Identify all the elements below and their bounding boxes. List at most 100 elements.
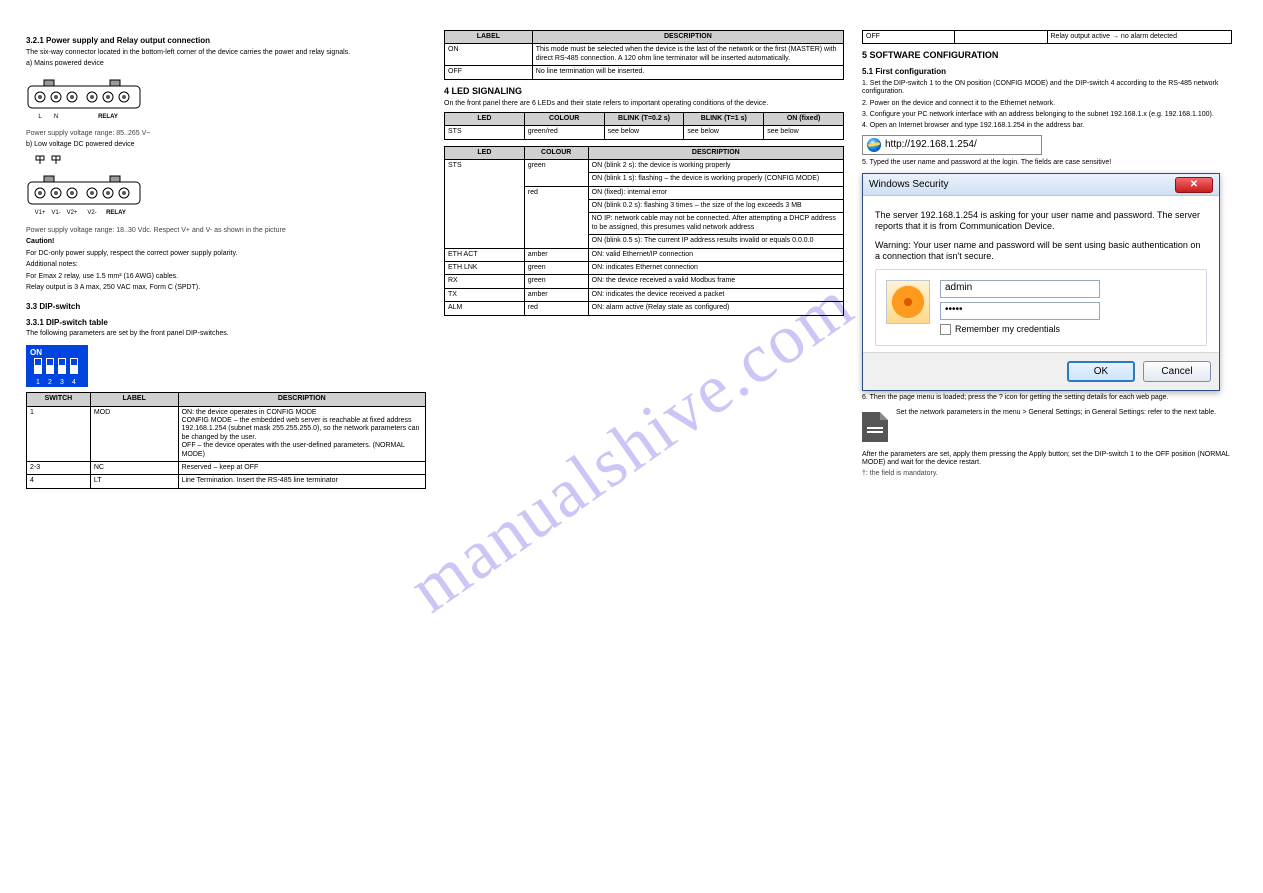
lt-h1: DESCRIPTION bbox=[532, 31, 843, 44]
svg-text:ON: ON bbox=[30, 348, 42, 357]
sts-r9c1: amber bbox=[524, 288, 588, 301]
sts-r9c2: ON: indicates the device received a pack… bbox=[588, 288, 843, 301]
lt-r1c0: OFF bbox=[445, 66, 533, 79]
sts-r7c0: ETH LNK bbox=[445, 262, 525, 275]
svg-text:N: N bbox=[54, 114, 58, 120]
cancel-button[interactable]: Cancel bbox=[1143, 361, 1211, 382]
svg-text:V2+: V2+ bbox=[67, 210, 78, 216]
after-config: After the parameters are set, apply them… bbox=[862, 451, 1232, 468]
svg-text:RELAY: RELAY bbox=[98, 114, 118, 120]
sts-r5c2: ON (blink 0.5 s): The current IP address… bbox=[588, 235, 843, 248]
fig-b-note: Power supply voltage range: 18..30 Vdc. … bbox=[26, 227, 426, 235]
p-3-2-1: The six-way connector located in the bot… bbox=[26, 49, 426, 57]
step-4: 4. Open an Internet browser and type 192… bbox=[862, 122, 1232, 130]
ledc-r0c0: STS bbox=[445, 126, 525, 139]
lt-r0c0: ON bbox=[445, 44, 533, 66]
note-text: Set the network parameters in the menu >… bbox=[896, 409, 1232, 417]
sts-r0c0: STS bbox=[445, 159, 525, 248]
sts-r6c2: ON: valid Ethernet/IP connection bbox=[588, 248, 843, 261]
fig-a-note: Power supply voltage range: 85..265 V~ bbox=[26, 130, 426, 138]
sts-r2c2: ON (fixed): internal error bbox=[588, 186, 843, 199]
ok-button[interactable]: OK bbox=[1067, 361, 1135, 382]
sts-h0: LED bbox=[445, 146, 525, 159]
sts-r4c2: NO IP: network cable may not be connecte… bbox=[588, 213, 843, 235]
sw-head-2: DESCRIPTION bbox=[178, 393, 425, 406]
connector-mains-diagram: L N RELAY bbox=[26, 72, 426, 125]
sts-r8c2: ON: the device received a valid Modbus f… bbox=[588, 275, 843, 288]
svg-text:V1-: V1- bbox=[51, 210, 60, 216]
dialog-msg-2: Warning: Your user name and password wil… bbox=[875, 240, 1207, 262]
svg-text:RELAY: RELAY bbox=[106, 210, 126, 216]
step-1: 1. Set the DIP-switch 1 to the ON positi… bbox=[862, 80, 1232, 97]
fig-a-label: a) Mains powered device bbox=[26, 60, 426, 68]
caution-1: For DC-only power supply, respect the co… bbox=[26, 250, 426, 258]
step-2: 2. Power on the device and connect it to… bbox=[862, 100, 1232, 108]
svg-text:V2-: V2- bbox=[87, 210, 96, 216]
dip-switch-table: SWITCH LABEL DESCRIPTION 1 MOD ON: the d… bbox=[26, 392, 426, 489]
sw-r1c0: 2-3 bbox=[27, 461, 91, 474]
password-input[interactable]: ••••• bbox=[940, 302, 1100, 320]
ie-address-bar[interactable]: http://192.168.1.254/ bbox=[862, 135, 1042, 155]
sw-r1c1: NC bbox=[90, 461, 178, 474]
dialog-msg-1: The server 192.168.1.254 is asking for y… bbox=[875, 210, 1207, 232]
sts-r8c0: RX bbox=[445, 275, 525, 288]
sts-r9c0: TX bbox=[445, 288, 525, 301]
sw-head-0: SWITCH bbox=[27, 393, 91, 406]
connector-dc-diagram: V1+ V1- V2+ V2- RELAY bbox=[26, 154, 426, 223]
sts-r0c1: green bbox=[524, 159, 588, 186]
sw-r2c1: LT bbox=[90, 475, 178, 488]
sts-r8c1: green bbox=[524, 275, 588, 288]
sec-5-1-title: 5.1 First configuration bbox=[862, 67, 1232, 77]
dip-switch-diagram: ON 1 2 3 4 bbox=[26, 345, 426, 390]
sec-3-3-title: 3.3 DIP-switch bbox=[26, 302, 426, 312]
sw-r1c2: Reserved – keep at OFF bbox=[178, 461, 425, 474]
led-sts-table: LED COLOUR DESCRIPTION STS green ON (bli… bbox=[444, 146, 844, 316]
sts-r0c2: ON (blink 2 s): the device is working pr… bbox=[588, 159, 843, 172]
ledc-h3: BLINK (T=1 s) bbox=[684, 112, 764, 125]
p-3-3-1: The following parameters are set by the … bbox=[26, 330, 426, 338]
ie-url: http://192.168.1.254/ bbox=[885, 139, 977, 151]
ledc-h4: ON (fixed) bbox=[764, 112, 844, 125]
remember-checkbox[interactable] bbox=[940, 324, 951, 335]
sts-r6c1: amber bbox=[524, 248, 588, 261]
roff-c1 bbox=[955, 31, 1047, 44]
sts-r3c2: ON (blink 0.2 s): flashing 3 times – the… bbox=[588, 200, 843, 213]
svg-text:3: 3 bbox=[60, 379, 64, 386]
roff-c2: Relay output active → no alarm detected bbox=[1047, 31, 1232, 44]
ledc-h0: LED bbox=[445, 112, 525, 125]
ledc-r0c3: see below bbox=[684, 126, 764, 139]
sts-r6c0: ETH ACT bbox=[445, 248, 525, 261]
sts-r2c1: red bbox=[524, 186, 588, 248]
ledc-r0c1: green/red bbox=[524, 126, 604, 139]
caution-2: Additional notes: bbox=[26, 261, 426, 269]
caution-4: Relay output is 3 A max, 250 VAC max, Fo… bbox=[26, 284, 426, 292]
remember-label: Remember my credentials bbox=[955, 324, 1060, 335]
ie-icon bbox=[867, 138, 881, 152]
sts-r1c2: ON (blink 1 s): flashing – the device is… bbox=[588, 173, 843, 186]
dialog-title: Windows Security bbox=[869, 179, 948, 191]
sw-r2c0: 4 bbox=[27, 475, 91, 488]
sw-head-1: LABEL bbox=[90, 393, 178, 406]
svg-text:L: L bbox=[38, 114, 42, 120]
avatar-icon bbox=[886, 280, 930, 324]
led-small-table: LED COLOUR BLINK (T=0.2 s) BLINK (T=1 s)… bbox=[444, 112, 844, 140]
sts-h2: DESCRIPTION bbox=[588, 146, 843, 159]
username-input[interactable]: admin bbox=[940, 280, 1100, 298]
sw-r0c0: 1 bbox=[27, 406, 91, 461]
close-button[interactable]: ✕ bbox=[1175, 177, 1213, 193]
sw-r2c2: Line Termination. Insert the RS-485 line… bbox=[178, 475, 425, 488]
caution-title: Caution! bbox=[26, 238, 54, 245]
svg-text:2: 2 bbox=[48, 379, 52, 386]
led-intro: On the front panel there are 6 LEDs and … bbox=[444, 100, 844, 108]
ledc-h1: COLOUR bbox=[524, 112, 604, 125]
sw-r0c2: ON: the device operates in CONFIG MODE C… bbox=[178, 406, 425, 461]
step-5: 5. Typed the user name and password at t… bbox=[862, 159, 1232, 167]
note-icon bbox=[862, 412, 888, 442]
svg-text:1: 1 bbox=[36, 379, 40, 386]
svg-text:4: 4 bbox=[72, 379, 76, 386]
footnote: †: the field is mandatory. bbox=[862, 470, 1232, 478]
sts-r10c0: ALM bbox=[445, 302, 525, 315]
ledc-h2: BLINK (T=0.2 s) bbox=[604, 112, 684, 125]
sec-5-title: 5 SOFTWARE CONFIGURATION bbox=[862, 50, 1232, 61]
lt-h0: LABEL bbox=[445, 31, 533, 44]
